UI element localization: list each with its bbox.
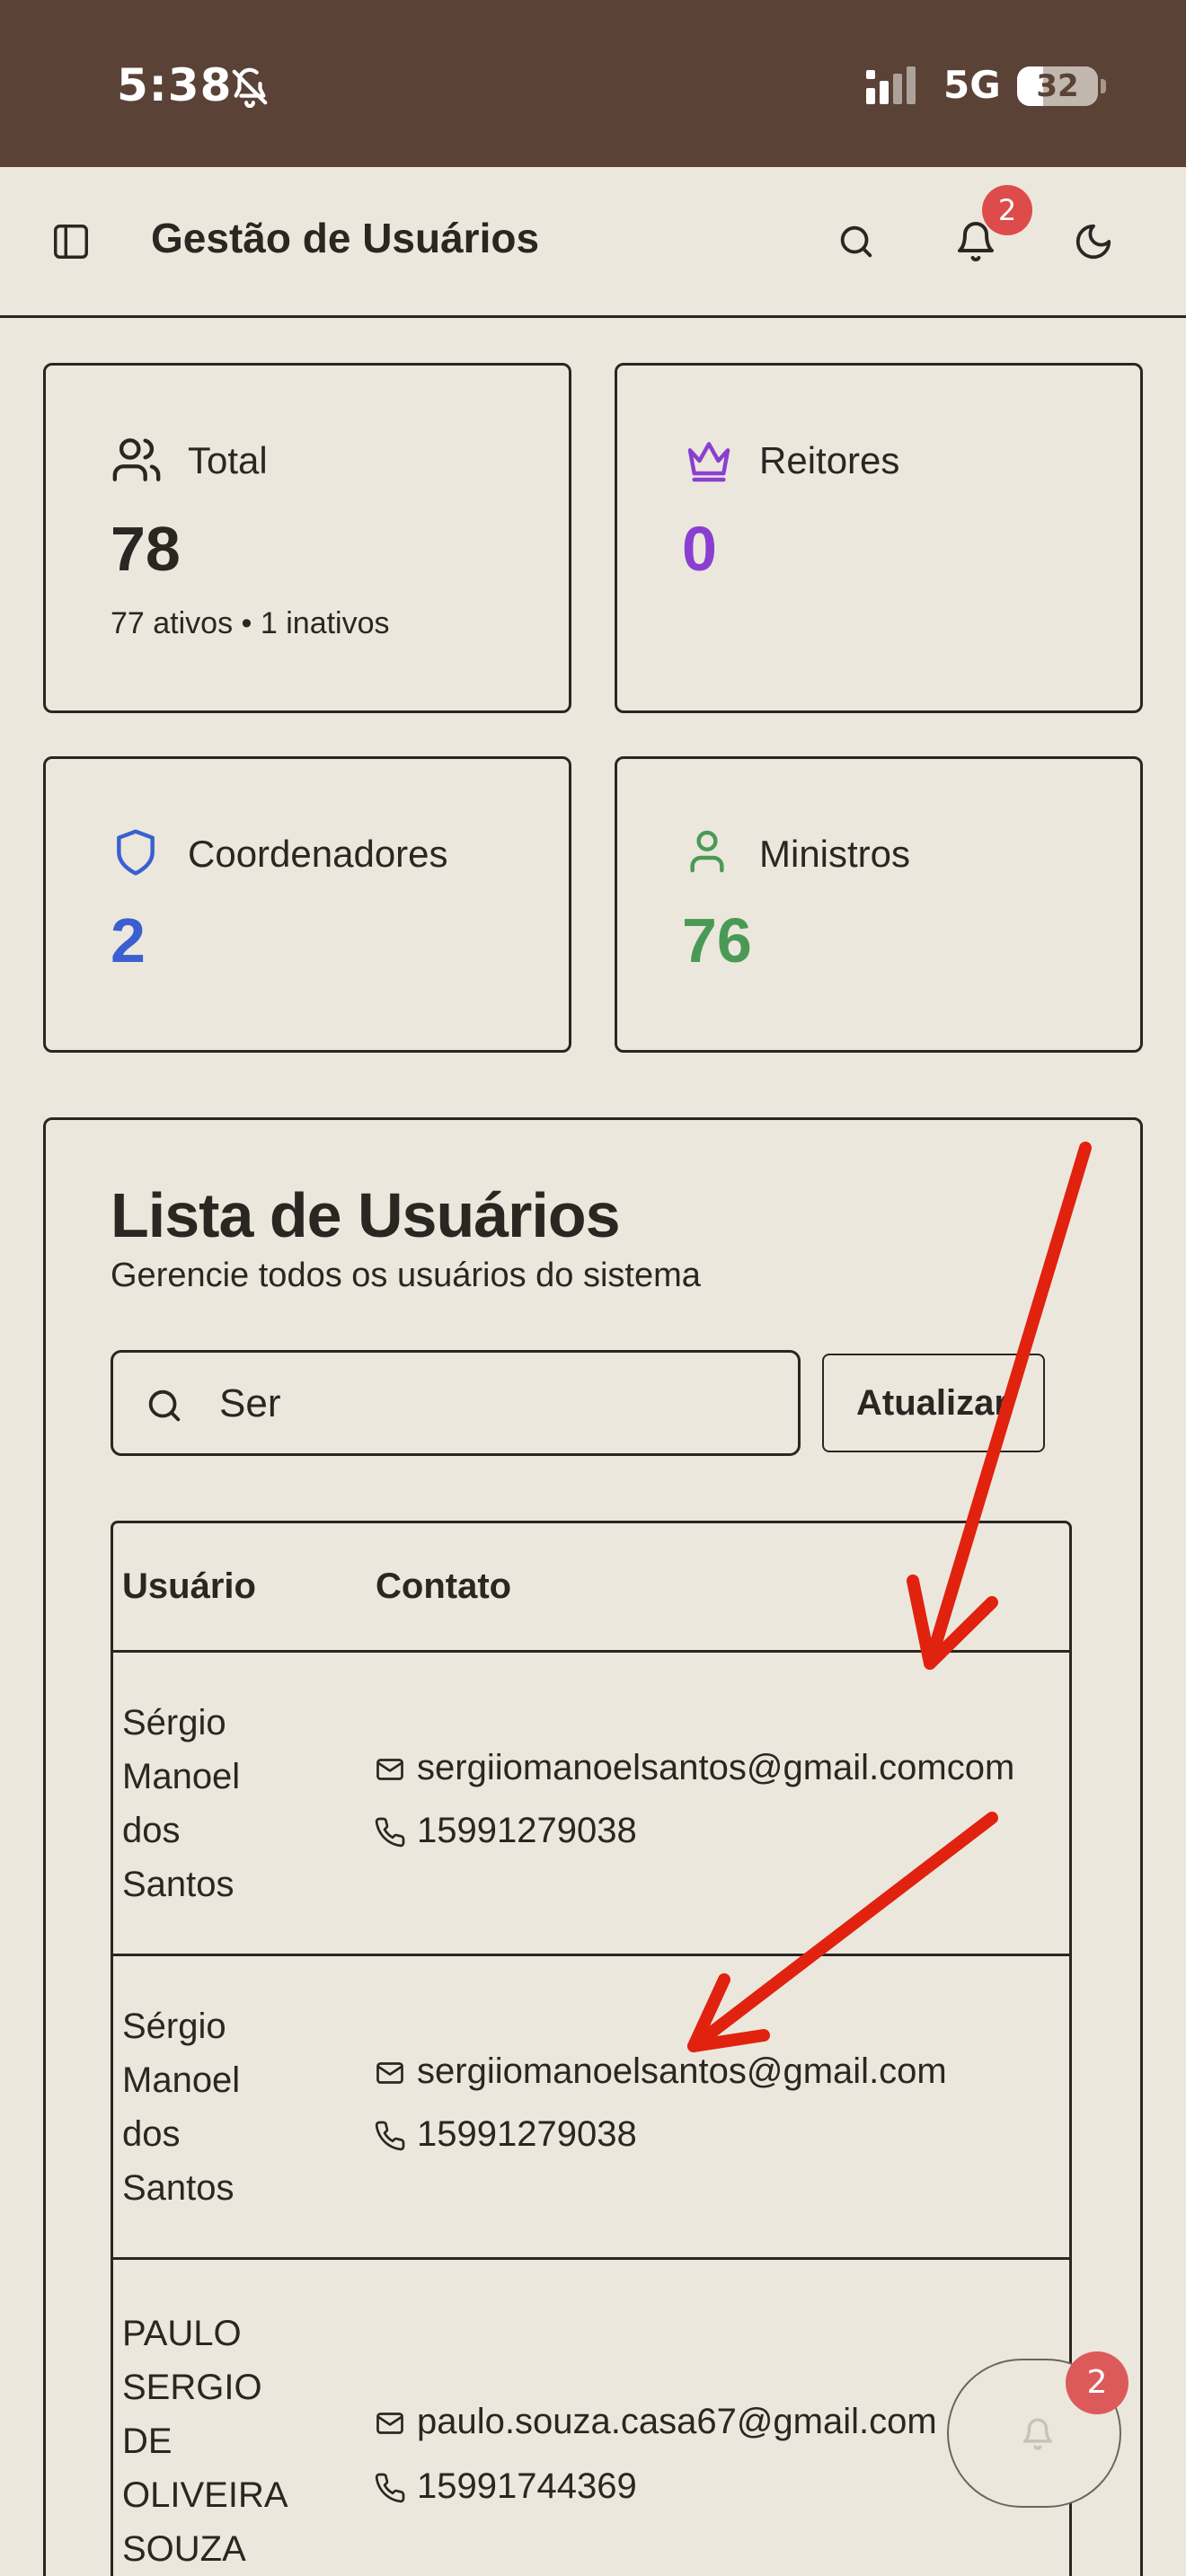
column-header-contato: Contato [376,1566,512,1606]
phone-icon [374,2472,406,2504]
stat-subtext: 77 ativos • 1 inativos [111,606,390,640]
stat-card-total: Total 78 77 ativos • 1 inativos [43,363,571,713]
signal-icon [864,66,931,106]
column-header-usuario: Usuário [122,1566,256,1606]
stat-label: Ministros [759,833,911,875]
user-email[interactable]: paulo.souza.casa67@gmail.com [417,2402,937,2442]
table-row[interactable]: Sérgio Manoel dos Santos sergiiomanoelsa… [113,1653,1069,1956]
crown-icon [684,436,734,486]
user-name-line: Santos [122,2168,235,2208]
users-icon [111,434,163,486]
status-time: 5:38 [117,59,233,111]
user-name-line: Sérgio [122,1703,226,1742]
stat-value: 0 [682,514,717,584]
status-bar: 5:38 5G 32 [0,0,1186,167]
battery-indicator: 32 [1017,66,1106,106]
search-field[interactable] [111,1350,801,1456]
phone-icon [374,2120,406,2152]
user-list-panel: Lista de Usuários Gerencie todos os usuá… [43,1117,1143,2576]
stat-value: 76 [682,905,752,975]
user-name-line: SERGIO [122,2368,262,2407]
notification-count-badge: 2 [982,185,1032,235]
silent-bell-icon [229,66,270,108]
stat-label: Coordenadores [188,833,448,875]
stat-card-coordenadores: Coordenadores 2 [43,756,571,1053]
user-name-line: dos [122,1811,181,1850]
sidebar-toggle-icon[interactable] [50,221,92,262]
mail-icon [374,2407,406,2439]
stat-value: 2 [111,905,146,975]
battery-level: 32 [1036,68,1079,104]
dark-mode-moon-icon[interactable] [1073,221,1114,262]
bell-icon [1021,2416,1055,2452]
user-name-line: Manoel [122,1757,241,1796]
user-phone[interactable]: 15991279038 [417,2114,637,2155]
user-name: Sérgio Manoel dos Santos [122,1696,329,1911]
user-email[interactable]: sergiiomanoelsantos@gmail.comcom [417,1748,1014,1788]
user-name: Sérgio Manoel dos Santos [122,1999,329,2215]
user-name-line: OLIVEIRA [122,2475,288,2515]
search-icon [144,1385,185,1426]
stat-card-reitores: Reitores 0 [615,363,1143,713]
user-name-line: Manoel [122,2060,241,2100]
user-email[interactable]: sergiiomanoelsantos@gmail.com [417,2051,947,2092]
stat-label: Reitores [759,439,900,481]
user-name-line: Sérgio [122,2007,226,2046]
mail-icon [374,1753,406,1786]
table-row[interactable]: Sérgio Manoel dos Santos sergiiomanoelsa… [113,1956,1069,2260]
user-phone[interactable]: 15991279038 [417,1811,637,1851]
user-name-line: PAULO [122,2314,242,2353]
stat-card-ministros: Ministros 76 [615,756,1143,1053]
user-name-line: Santos [122,1865,235,1904]
search-input[interactable] [219,1369,776,1439]
user-icon [682,825,732,878]
user-name-line: SOUZA [122,2529,246,2569]
phone-icon [374,1816,406,1848]
users-table: Usuário Contato Sérgio Manoel dos Santos… [111,1521,1072,2576]
network-type: 5G [943,63,1001,107]
page-title: Gestão de Usuários [151,215,540,261]
user-phone[interactable]: 15991744369 [417,2466,637,2507]
app-header: Gestão de Usuários 2 [0,167,1186,318]
user-list-description: Gerencie todos os usuários do sistema [111,1257,701,1294]
user-list-title: Lista de Usuários [111,1180,621,1250]
floating-notification-badge: 2 [1066,2351,1128,2414]
refresh-button[interactable]: Atualizar [822,1354,1045,1452]
table-row[interactable]: PAULO SERGIO DE OLIVEIRA SOUZA paulo.sou… [113,2260,1069,2576]
shield-icon [111,825,161,879]
search-icon[interactable] [836,221,877,262]
stat-value: 78 [111,514,181,584]
user-name-line: dos [122,2114,181,2154]
user-name: PAULO SERGIO DE OLIVEIRA SOUZA [122,2307,329,2576]
stat-label: Total [188,439,268,481]
user-name-line: DE [122,2422,173,2461]
mail-icon [374,2057,406,2089]
table-header: Usuário Contato [113,1523,1069,1653]
